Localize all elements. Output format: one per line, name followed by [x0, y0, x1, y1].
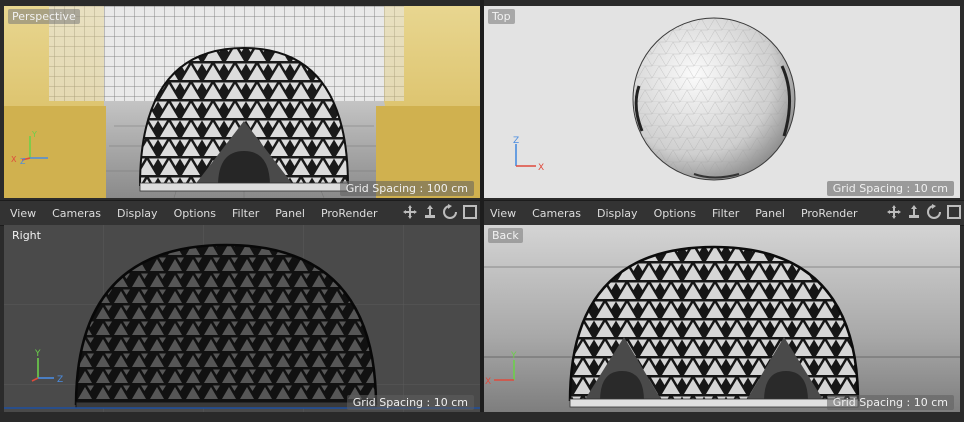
- menu-display[interactable]: Display: [109, 207, 166, 220]
- menu-panel[interactable]: Panel: [747, 207, 793, 220]
- menu-prorender[interactable]: ProRender: [793, 207, 866, 220]
- axis-x-label: X: [11, 155, 17, 164]
- move-view-icon[interactable]: [886, 204, 902, 220]
- viewport-label-top[interactable]: Top: [488, 9, 515, 24]
- menu-options[interactable]: Options: [646, 207, 704, 220]
- axis-gizmo-back: Y X: [485, 351, 517, 387]
- menu-cameras[interactable]: Cameras: [524, 207, 589, 220]
- menu-options[interactable]: Options: [166, 207, 224, 220]
- grid-spacing-right: Grid Spacing : 10 cm: [346, 395, 474, 410]
- axis-x-label: X: [485, 377, 491, 387]
- menubar-back-viewport: View Cameras Display Options Filter Pane…: [484, 200, 964, 226]
- nav-icons-right: [886, 204, 962, 220]
- axis-z-label: Z: [513, 136, 519, 146]
- nav-icons-left: [402, 204, 478, 220]
- viewport-perspective[interactable]: Perspective Y X Z Grid Spacing : 100 cm: [4, 6, 480, 198]
- grid-spacing-back: Grid Spacing : 10 cm: [826, 395, 954, 410]
- rotate-view-icon[interactable]: [926, 204, 942, 220]
- axis-z-label: Z: [20, 157, 26, 166]
- grid-spacing-perspective: Grid Spacing : 100 cm: [339, 181, 474, 196]
- perspective-scene: [4, 6, 480, 198]
- menu-view[interactable]: View: [0, 207, 44, 220]
- axis-z-label: Z: [57, 375, 63, 385]
- maximize-view-icon[interactable]: [946, 204, 962, 220]
- axis-x-label: X: [538, 163, 544, 173]
- viewport-label-right[interactable]: Right: [8, 228, 45, 243]
- menu-display[interactable]: Display: [589, 207, 646, 220]
- menu-view[interactable]: View: [484, 207, 524, 220]
- viewport-right[interactable]: Right Y Z Grid Spacing : 10 cm: [4, 225, 480, 412]
- dolly-view-icon[interactable]: [906, 204, 922, 220]
- axis-y-label: Y: [510, 351, 517, 361]
- viewport-back[interactable]: Back Y X Grid Spacing : 10 cm: [484, 225, 960, 412]
- viewport-top[interactable]: Top Z X Grid Spacing : 10 cm: [484, 6, 960, 198]
- axis-gizmo-perspective: Y X Z: [11, 130, 48, 166]
- right-scene: [4, 225, 480, 412]
- grid-spacing-top: Grid Spacing : 10 cm: [826, 181, 954, 196]
- viewport-label-back[interactable]: Back: [488, 228, 523, 243]
- rotate-view-icon[interactable]: [442, 204, 458, 220]
- back-scene: [484, 225, 960, 412]
- axis-y-label: Y: [31, 130, 37, 139]
- maximize-view-icon[interactable]: [462, 204, 478, 220]
- bottom-toolbar-strip: [0, 412, 964, 422]
- menu-prorender[interactable]: ProRender: [313, 207, 386, 220]
- menu-filter[interactable]: Filter: [704, 207, 747, 220]
- top-scene: [632, 17, 796, 181]
- axis-gizmo-top: Z X: [513, 136, 544, 173]
- move-view-icon[interactable]: [402, 204, 418, 220]
- menubar-right-viewport: View Cameras Display Options Filter Pane…: [0, 200, 480, 226]
- dolly-view-icon[interactable]: [422, 204, 438, 220]
- menu-panel[interactable]: Panel: [267, 207, 313, 220]
- menu-cameras[interactable]: Cameras: [44, 207, 109, 220]
- menu-filter[interactable]: Filter: [224, 207, 267, 220]
- viewport-label-perspective[interactable]: Perspective: [8, 9, 80, 24]
- axis-y-label: Y: [34, 349, 41, 359]
- axis-gizmo-right: Y Z: [31, 349, 63, 385]
